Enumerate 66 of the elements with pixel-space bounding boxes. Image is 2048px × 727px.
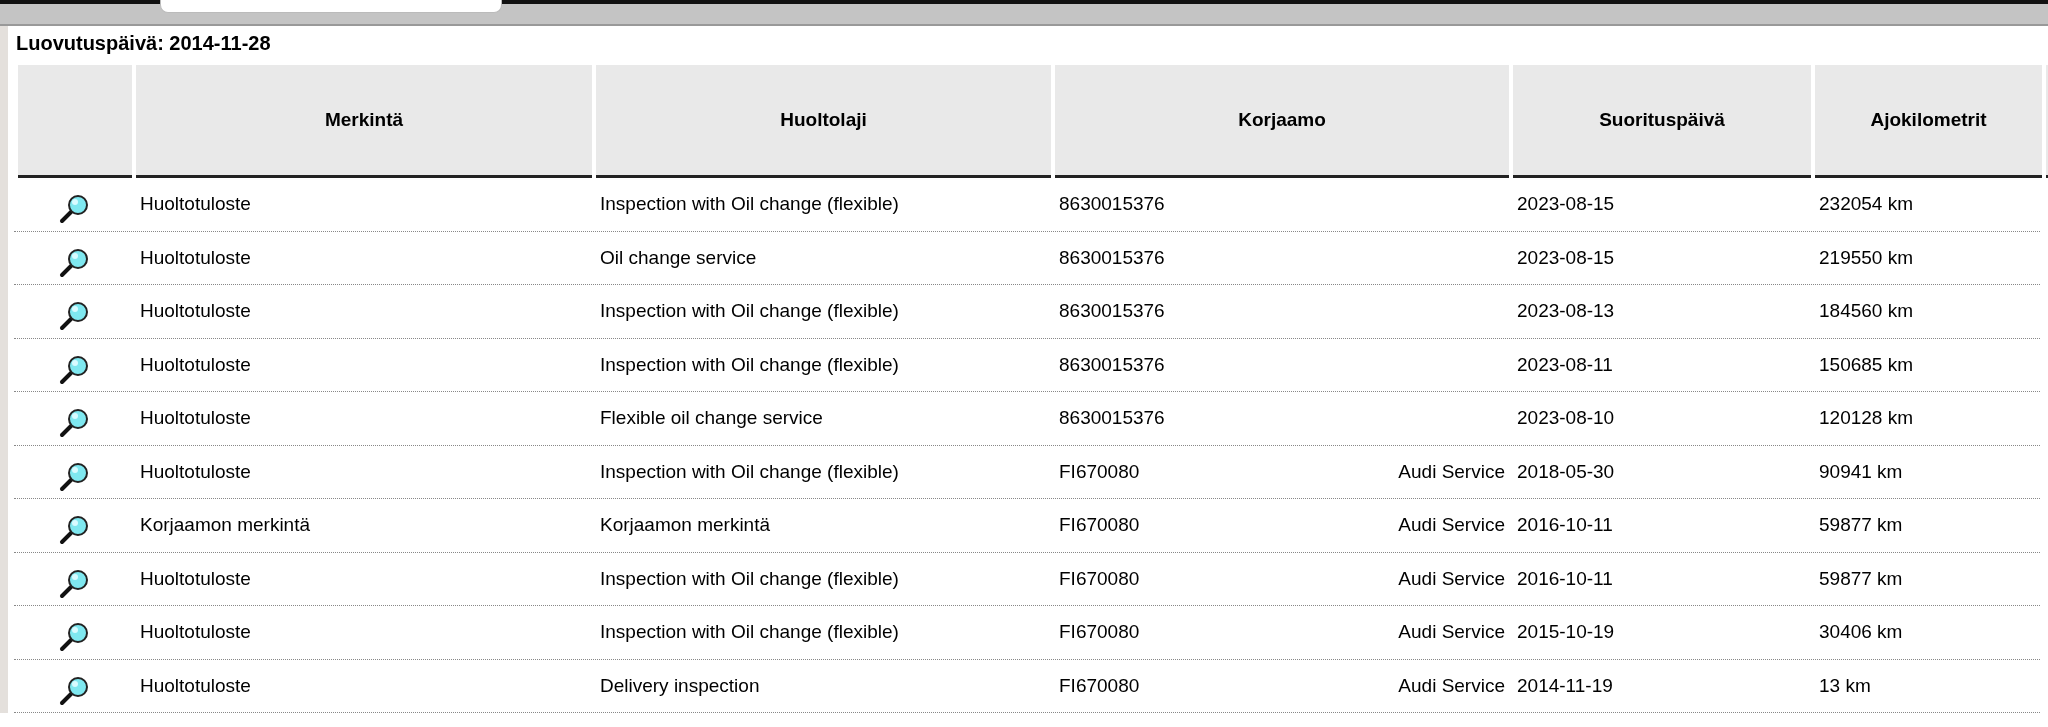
column-header[interactable]: Suorituspäivä [1513,65,1811,178]
table-cell-text: Huoltotuloste [139,621,252,644]
table-cell-text: 2023-08-15 [1516,246,1616,269]
table-cell-text: 2023-08-15 [1516,193,1616,216]
table-cell-text: 150685 km [1818,353,1914,376]
table-cell: 8630015376 [1059,407,1165,430]
magnifier-icon[interactable] [59,406,91,439]
table-cell-text: 13 km [1818,674,1872,697]
magnifier-icon[interactable] [59,299,91,332]
table-cell-text: Inspection with Oil change (flexible) [599,300,900,323]
table-cell-text: 2023-08-10 [1516,407,1616,430]
table-cell-text: Huoltotuloste [139,246,252,269]
table-cell-text: Huoltotuloste [139,300,252,323]
table-cell-text: Oil change service [599,246,758,269]
table-cell-text: 2018-05-30 [1516,460,1616,483]
table-cell-text: 2014-11-19 [1516,674,1614,697]
table-cell-text: 2023-08-13 [1516,300,1616,323]
table-cell: Audi Service [1398,460,1505,483]
table-cell-text: Korjaamon merkintä [599,514,772,537]
table-cell-text: 2016-10-11 [1516,567,1614,590]
table-cell-text: Inspection with Oil change (flexible) [599,460,900,483]
table-cell: FI670080 [1059,567,1140,590]
table-cell-text: Huoltotuloste [139,674,252,697]
table-cell-text: 59877 km [1818,567,1904,590]
table-cell-text: 90941 km [1818,460,1904,483]
column-header[interactable]: Korjaamo [1055,65,1509,178]
table-cell-text: Huoltotuloste [139,407,252,430]
table-cell-text: 184560 km [1818,300,1914,323]
column-header[interactable]: Merkintä [136,65,592,178]
magnifier-icon[interactable] [59,513,91,546]
table-cell: Audi Service [1398,567,1505,590]
magnifier-icon[interactable] [59,620,91,653]
table-cell-text: 2023-08-11 [1516,353,1614,376]
table-cell-text: 120128 km [1818,407,1914,430]
table-cell: FI670080 [1059,674,1140,697]
table-cell-text: Delivery inspection [599,674,761,697]
table-cell: FI670080 [1059,460,1140,483]
table-cell-text: Korjaamon merkintä [139,514,312,537]
table-cell-text: Inspection with Oil change (flexible) [599,353,900,376]
magnifier-icon[interactable] [59,192,91,225]
column-header[interactable]: Huoltolaji [596,65,1051,178]
table-cell-text: Inspection with Oil change (flexible) [599,621,900,644]
table-cell: Audi Service [1398,674,1505,697]
table-cell-text: Flexible oil change service [599,407,824,430]
table-cell-text: Huoltotuloste [139,353,252,376]
column-header[interactable]: Ajokilometrit [1815,65,2042,178]
table-cell-text: 2015-10-19 [1516,621,1616,644]
table-cell: 8630015376 [1059,193,1165,216]
table-cell-text: Huoltotuloste [139,460,252,483]
table-cell: Audi Service [1398,621,1505,644]
table-cell-text: Huoltotuloste [139,193,252,216]
table-cell: 8630015376 [1059,353,1165,376]
table-cell: 8630015376 [1059,300,1165,323]
delivery-date: Luovutuspäivä: 2014-11-28 [16,32,271,55]
table-cell: FI670080 [1059,514,1140,537]
table-cell-text: 59877 km [1818,514,1904,537]
table-cell-text: 30406 km [1818,621,1904,644]
table-cell: FI670080 [1059,621,1140,644]
table-cell: Audi Service [1398,514,1505,537]
table-cell-text: 2016-10-11 [1516,514,1614,537]
table-cell-text: Huoltotuloste [139,567,252,590]
table-cell-text: Inspection with Oil change (flexible) [599,567,900,590]
table-cell-text: 232054 km [1818,193,1914,216]
table-cell: 8630015376 [1059,246,1165,269]
table-cell-text: 219550 km [1818,246,1914,269]
table-cell-text: Inspection with Oil change (flexible) [599,193,900,216]
